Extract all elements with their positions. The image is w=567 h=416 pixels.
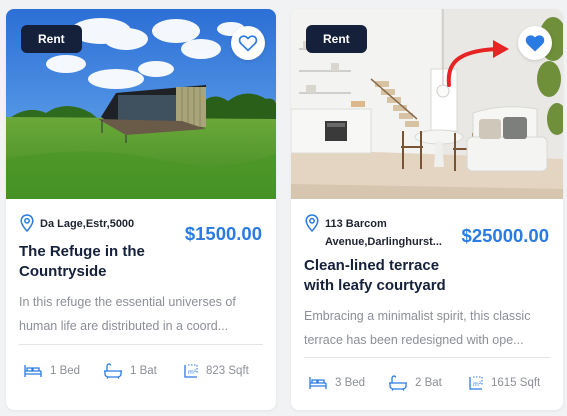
bathtub-icon [104, 363, 122, 379]
listing-price: $1500.00 [184, 223, 262, 244]
location-line: 113 Barcom [325, 218, 387, 230]
map-pin-icon [305, 214, 319, 232]
area-size: 823 Sqft [206, 365, 249, 377]
annotation-arrow [446, 40, 509, 87]
location-text: Da Lage,Estr,5000 [40, 218, 135, 230]
listing-type-badge: Rent [306, 25, 367, 53]
listing-features: 3 Bed 2 Bat m² 1615 Sqft [308, 375, 540, 391]
title-line: The Refuge in the [19, 243, 145, 260]
listing-location: 113 Barcom Avenue,Darlinghurst... [305, 214, 445, 251]
divider [304, 357, 550, 358]
baths-feature: 1 Bat [103, 363, 183, 379]
listing-location: Da Lage,Estr,5000 [20, 214, 135, 233]
area-icon: m² [469, 376, 483, 390]
bathtub-icon [389, 375, 407, 391]
title-line: Clean-lined terrace [304, 257, 440, 274]
baths-count: 2 Bat [415, 377, 442, 389]
listing-price: $25000.00 [461, 225, 549, 246]
svg-text:m²: m² [473, 381, 482, 388]
listing-card[interactable]: Rent Da Lage,Estr,5000 $1500.00 The Refu… [6, 9, 276, 410]
baths-count: 1 Bat [130, 365, 157, 377]
listing-description: In this refuge the essential universes o… [19, 290, 264, 338]
listing-photo[interactable]: Rent [6, 9, 276, 199]
map-pin-icon [20, 214, 34, 232]
listing-title[interactable]: The Refuge in the Countryside [19, 242, 169, 282]
area-icon: m² [184, 364, 198, 378]
favorite-button[interactable] [231, 26, 265, 60]
description-line: In this refuge the essential universes o… [19, 295, 236, 309]
area-size: 1615 Sqft [491, 377, 541, 389]
listing-description: Embracing a minimalist spirit, this clas… [304, 304, 549, 352]
beds-feature: 1 Bed [23, 363, 103, 379]
heart-icon [525, 35, 545, 52]
bed-icon [309, 377, 327, 389]
favorite-button[interactable] [518, 26, 552, 60]
title-line: with leafy courtyard [304, 277, 446, 294]
listing-features: 1 Bed 1 Bat m² 823 Sqft [23, 363, 249, 379]
description-line: terrace has been redesigned with ope... [304, 333, 524, 347]
beds-count: 1 Bed [50, 365, 81, 377]
area-feature: m² 823 Sqft [183, 363, 249, 379]
listing-title[interactable]: Clean-lined terrace with leafy courtyard [304, 256, 504, 296]
area-feature: m² 1615 Sqft [468, 375, 540, 391]
heart-icon [238, 35, 258, 52]
baths-feature: 2 Bat [388, 375, 468, 391]
listing-type-badge: Rent [21, 25, 82, 53]
beds-count: 3 Bed [335, 377, 366, 389]
location-line: Avenue,Darlinghurst... [325, 236, 442, 248]
listing-card[interactable]: Rent 113 Barcom Avenue,Darlinghurst... $… [291, 9, 563, 410]
description-line: Embracing a minimalist spirit, this clas… [304, 309, 531, 323]
listing-photo[interactable]: Rent [291, 9, 563, 199]
divider [19, 344, 263, 345]
description-line: human life are distributed in a coord... [19, 319, 229, 333]
title-line: Countryside [19, 263, 107, 280]
beds-feature: 3 Bed [308, 375, 388, 391]
location-text: 113 Barcom Avenue,Darlinghurst... [325, 215, 445, 251]
bed-icon [24, 365, 42, 377]
svg-text:m²: m² [188, 369, 197, 376]
